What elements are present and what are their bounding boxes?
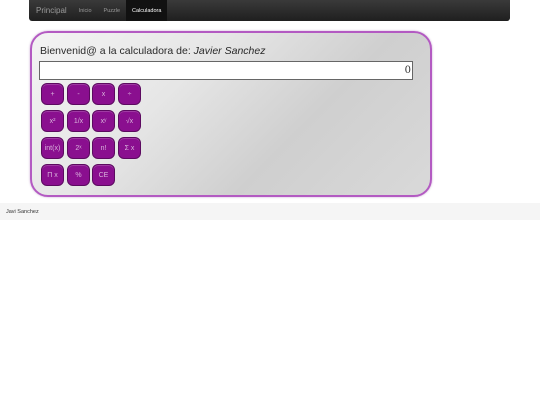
- welcome-prefix: Bienvenid@ a la calculadora de:: [40, 45, 194, 57]
- divide-button[interactable]: ÷: [118, 83, 141, 105]
- calculator-display[interactable]: 0: [39, 61, 413, 80]
- nav-link-puzzle[interactable]: Puzzle: [98, 0, 127, 21]
- top-navbar: Principal Inicio Puzzle Calculadora: [29, 0, 510, 21]
- product-button[interactable]: Π x: [41, 164, 64, 186]
- add-button[interactable]: +: [41, 83, 64, 105]
- user-name: Javier Sanchez: [193, 45, 266, 57]
- calculator-panel: Bienvenid@ a la calculadora de: Javier S…: [30, 31, 432, 197]
- sum-button[interactable]: Σ x: [118, 137, 141, 159]
- factorial-button[interactable]: n!: [92, 137, 115, 159]
- footer-text: Javi Sanchez: [6, 209, 39, 215]
- subtract-button[interactable]: -: [67, 83, 90, 105]
- nav-link-calculadora[interactable]: Calculadora: [126, 0, 168, 21]
- sqrt-button[interactable]: √x: [118, 110, 141, 132]
- clear-entry-button[interactable]: CE: [92, 164, 115, 186]
- nav-link-inicio[interactable]: Inicio: [73, 0, 98, 21]
- reciprocal-button[interactable]: 1/x: [67, 110, 90, 132]
- power-of-two-button[interactable]: 2ˣ: [67, 137, 90, 159]
- percent-button[interactable]: %: [67, 164, 90, 186]
- brand-link[interactable]: Principal: [29, 0, 73, 21]
- square-button[interactable]: x²: [41, 110, 64, 132]
- int-button[interactable]: int(x): [41, 137, 64, 159]
- footer: Javi Sanchez: [0, 203, 540, 220]
- power-button[interactable]: xʸ: [92, 110, 115, 132]
- multiply-button[interactable]: x: [92, 83, 115, 105]
- welcome-text: Bienvenid@ a la calculadora de: Javier S…: [40, 45, 265, 57]
